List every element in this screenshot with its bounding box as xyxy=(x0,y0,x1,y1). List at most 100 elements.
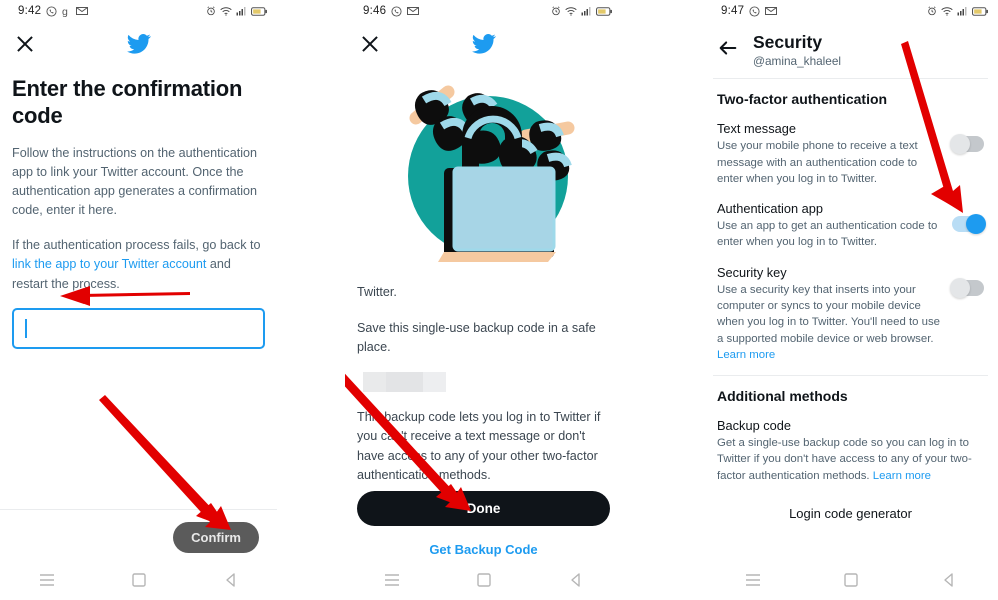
wifi-icon xyxy=(220,7,232,16)
instruction-paragraph: Follow the instructions on the authentic… xyxy=(12,145,258,218)
toggle-security-key[interactable] xyxy=(950,277,984,298)
option-title: Authentication app xyxy=(717,201,824,217)
status-bar-right xyxy=(206,6,267,16)
back-icon[interactable] xyxy=(942,573,956,587)
option-row-security-key[interactable]: Security key Use a security key that ins… xyxy=(703,251,998,363)
screen-enter-confirmation-code: 9:42 g Enter the confirmation code Follo… xyxy=(0,0,277,600)
status-bar-right xyxy=(927,6,988,16)
panel-gap-2 xyxy=(622,0,703,600)
option-title: Backup code xyxy=(717,417,791,433)
status-bar-left: 9:42 g xyxy=(18,5,89,17)
back-icon[interactable] xyxy=(224,573,238,587)
status-time: 9:42 xyxy=(18,5,42,17)
page-title: Security xyxy=(753,32,823,52)
option-description: Use a security key that inserts into you… xyxy=(717,282,942,363)
gmail-icon xyxy=(407,7,420,15)
option-text: Text message Use your mobile phone to re… xyxy=(717,120,942,187)
twitter-bird-icon xyxy=(126,34,151,54)
home-icon[interactable] xyxy=(132,573,147,587)
battery-icon xyxy=(972,6,988,16)
option-title: Text message xyxy=(717,121,796,137)
option-row-authentication-app[interactable]: Authentication app Use an app to get an … xyxy=(703,187,998,251)
toggle-knob xyxy=(966,214,986,235)
recents-icon[interactable] xyxy=(39,573,55,587)
signal-icon xyxy=(957,7,967,16)
wifi-icon xyxy=(941,7,953,16)
backup-code-explanation: This backup code lets you log in to Twit… xyxy=(357,409,601,483)
three-screenshot-strip: 9:42 g Enter the confirmation code Follo… xyxy=(0,0,998,600)
whatsapp-icon xyxy=(391,5,402,17)
option-description: Get a single-use backup code so you can … xyxy=(717,435,984,484)
twitter-bird-icon xyxy=(471,34,496,54)
android-nav-bar xyxy=(0,560,277,600)
whatsapp-icon xyxy=(749,5,760,17)
option-title: Security key xyxy=(717,264,787,280)
page-title: Enter the confirmation code xyxy=(12,76,243,128)
recents-icon[interactable] xyxy=(384,573,400,587)
recents-icon[interactable] xyxy=(745,573,761,587)
panel-gap-1 xyxy=(277,0,345,600)
confirmation-body: Enter the confirmation code Follow the i… xyxy=(0,66,277,349)
toggle-authentication-app[interactable] xyxy=(952,214,986,235)
confirmation-code-input[interactable] xyxy=(12,307,265,349)
option-description-text: Use a security key that inserts into you… xyxy=(717,283,940,345)
alarm-icon xyxy=(207,6,215,16)
back-arrow-icon[interactable] xyxy=(717,37,739,59)
learn-more-link-security-key[interactable]: Learn more xyxy=(717,349,775,361)
option-text: Backup code Get a single-use backup code… xyxy=(717,417,984,484)
status-time: 9:46 xyxy=(363,5,387,17)
option-description: Use an app to get an authentication code… xyxy=(717,220,938,249)
close-icon[interactable] xyxy=(359,33,381,55)
battery-icon xyxy=(596,6,612,16)
learn-more-link-backup-code[interactable]: Learn more xyxy=(873,470,931,482)
close-icon[interactable] xyxy=(14,33,36,55)
section-header-two-factor: Two-factor authentication xyxy=(717,91,888,108)
google-icon: g xyxy=(62,6,68,17)
status-bar-left: 9:47 xyxy=(721,5,778,17)
status-bar: 9:47 xyxy=(703,0,998,22)
battery-icon xyxy=(251,6,267,16)
backup-code-body: Twitter. Save this single-use backup cod… xyxy=(345,283,622,486)
home-icon[interactable] xyxy=(844,573,859,587)
screen-security-settings: 9:47 Security @amina_khaleel Two-factor … xyxy=(703,0,998,600)
backup-code-value-redacted xyxy=(363,371,446,392)
footer-divider xyxy=(0,509,277,510)
fallback-paragraph: If the authentication process fails, go … xyxy=(12,236,265,293)
status-bar-right xyxy=(551,6,612,16)
get-backup-code-link[interactable]: Get Backup Code xyxy=(345,542,622,557)
signal-icon xyxy=(236,7,246,16)
link-the-app-link[interactable]: link the app to your Twitter account xyxy=(12,257,206,271)
gmail-icon xyxy=(765,7,778,15)
option-row-text-message[interactable]: Text message Use your mobile phone to re… xyxy=(703,107,998,187)
toggle-text-message[interactable] xyxy=(950,134,984,155)
done-button[interactable]: Done xyxy=(357,491,610,526)
text-caret xyxy=(25,318,27,338)
home-icon[interactable] xyxy=(477,573,492,587)
app-bar xyxy=(345,22,622,66)
padlock-chain-illustration xyxy=(408,85,575,262)
option-description: Use your mobile phone to receive a text … xyxy=(717,140,918,185)
screen-backup-code: 9:46 Twitter. Save this single-use backu… xyxy=(345,0,622,600)
security-titles: Security @amina_khaleel xyxy=(753,30,841,69)
option-row-backup-code[interactable]: Backup code Get a single-use backup code… xyxy=(703,404,998,484)
back-icon[interactable] xyxy=(569,573,583,587)
fallback-text-before: If the authentication process fails, go … xyxy=(12,238,261,253)
android-nav-bar xyxy=(703,560,998,600)
status-bar: 9:42 g xyxy=(0,0,277,22)
alarm-icon xyxy=(552,6,560,16)
whatsapp-icon xyxy=(46,5,57,17)
option-description-text: Get a single-use backup code so you can … xyxy=(717,437,972,482)
alarm-icon xyxy=(928,6,936,16)
gmail-icon xyxy=(76,7,89,15)
android-nav-bar xyxy=(345,560,622,600)
status-time: 9:47 xyxy=(721,5,745,17)
login-code-generator-button[interactable]: Login code generator xyxy=(703,506,998,521)
account-handle: @amina_khaleel xyxy=(753,53,842,68)
twitter-label: Twitter. xyxy=(357,285,397,299)
status-bar-left: 9:46 xyxy=(363,5,420,17)
section-header-additional-methods: Additional methods xyxy=(717,387,848,404)
security-app-bar: Security @amina_khaleel xyxy=(703,22,998,69)
app-bar xyxy=(0,22,277,66)
confirm-button[interactable]: Confirm xyxy=(173,522,259,553)
